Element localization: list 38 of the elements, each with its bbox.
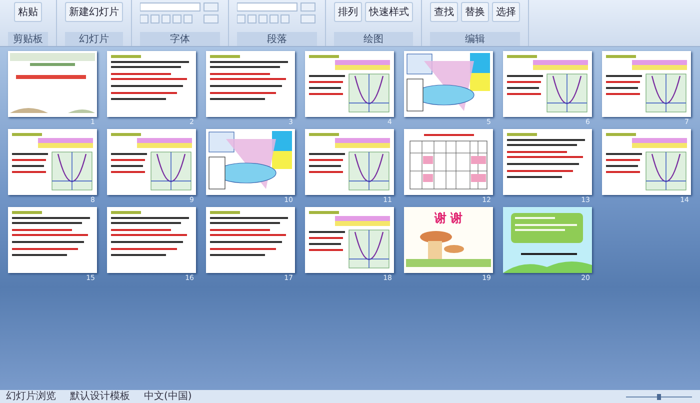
status-text: 中文(中国) [144,390,192,402]
slide-thumbnail[interactable] [206,207,295,273]
slide-thumbnail[interactable] [503,129,592,195]
slide-thumbnail[interactable] [305,129,394,195]
ribbon-button[interactable]: 查找 [430,2,458,22]
zoom-slider-icon[interactable] [624,392,694,400]
ribbon-button[interactable]: 选择 [492,2,520,22]
slide-thumbnail[interactable] [404,51,493,117]
group-label: 编辑 [430,32,520,46]
group-label: 绘图 [334,32,413,46]
slide-thumbnail[interactable] [305,207,394,273]
slide-thumbnail[interactable] [206,129,295,195]
ribbon-button[interactable]: 快速样式 [365,2,413,22]
slide-thumbnail[interactable] [107,129,196,195]
group-label: 字体 [140,32,220,46]
slide-thumbnail[interactable]: 谢 谢 [404,207,493,273]
slide-thumbnail[interactable] [503,51,592,117]
group-label: 幻灯片 [65,32,123,46]
slide-thumbnail[interactable] [8,51,97,117]
slide-thumbnail[interactable] [404,129,493,195]
slide-thumbnail[interactable] [107,51,196,117]
ribbon-button[interactable]: 新建幻灯片 [65,2,123,22]
ribbon-button[interactable]: 替换 [461,2,489,22]
slide-thumbnail[interactable] [503,207,592,273]
group-label: 剪贴板 [8,32,48,46]
slide-thumbnail[interactable] [602,129,691,195]
slide-thumbnail[interactable] [206,51,295,117]
slide-thumbnail[interactable] [602,51,691,117]
slide-thumbnail[interactable] [8,207,97,273]
slide-thumbnail[interactable] [107,207,196,273]
slide-thumbnail[interactable] [305,51,394,117]
group-label: 段落 [237,32,317,46]
slide-thumbnail[interactable] [8,129,97,195]
ribbon-button[interactable]: 粘贴 [14,2,42,22]
slide-title: 谢 谢 [434,210,463,227]
ribbon-button[interactable]: 排列 [334,2,362,22]
status-text: 默认设计模板 [70,390,130,402]
status-text: 幻灯片浏览 [6,390,56,402]
